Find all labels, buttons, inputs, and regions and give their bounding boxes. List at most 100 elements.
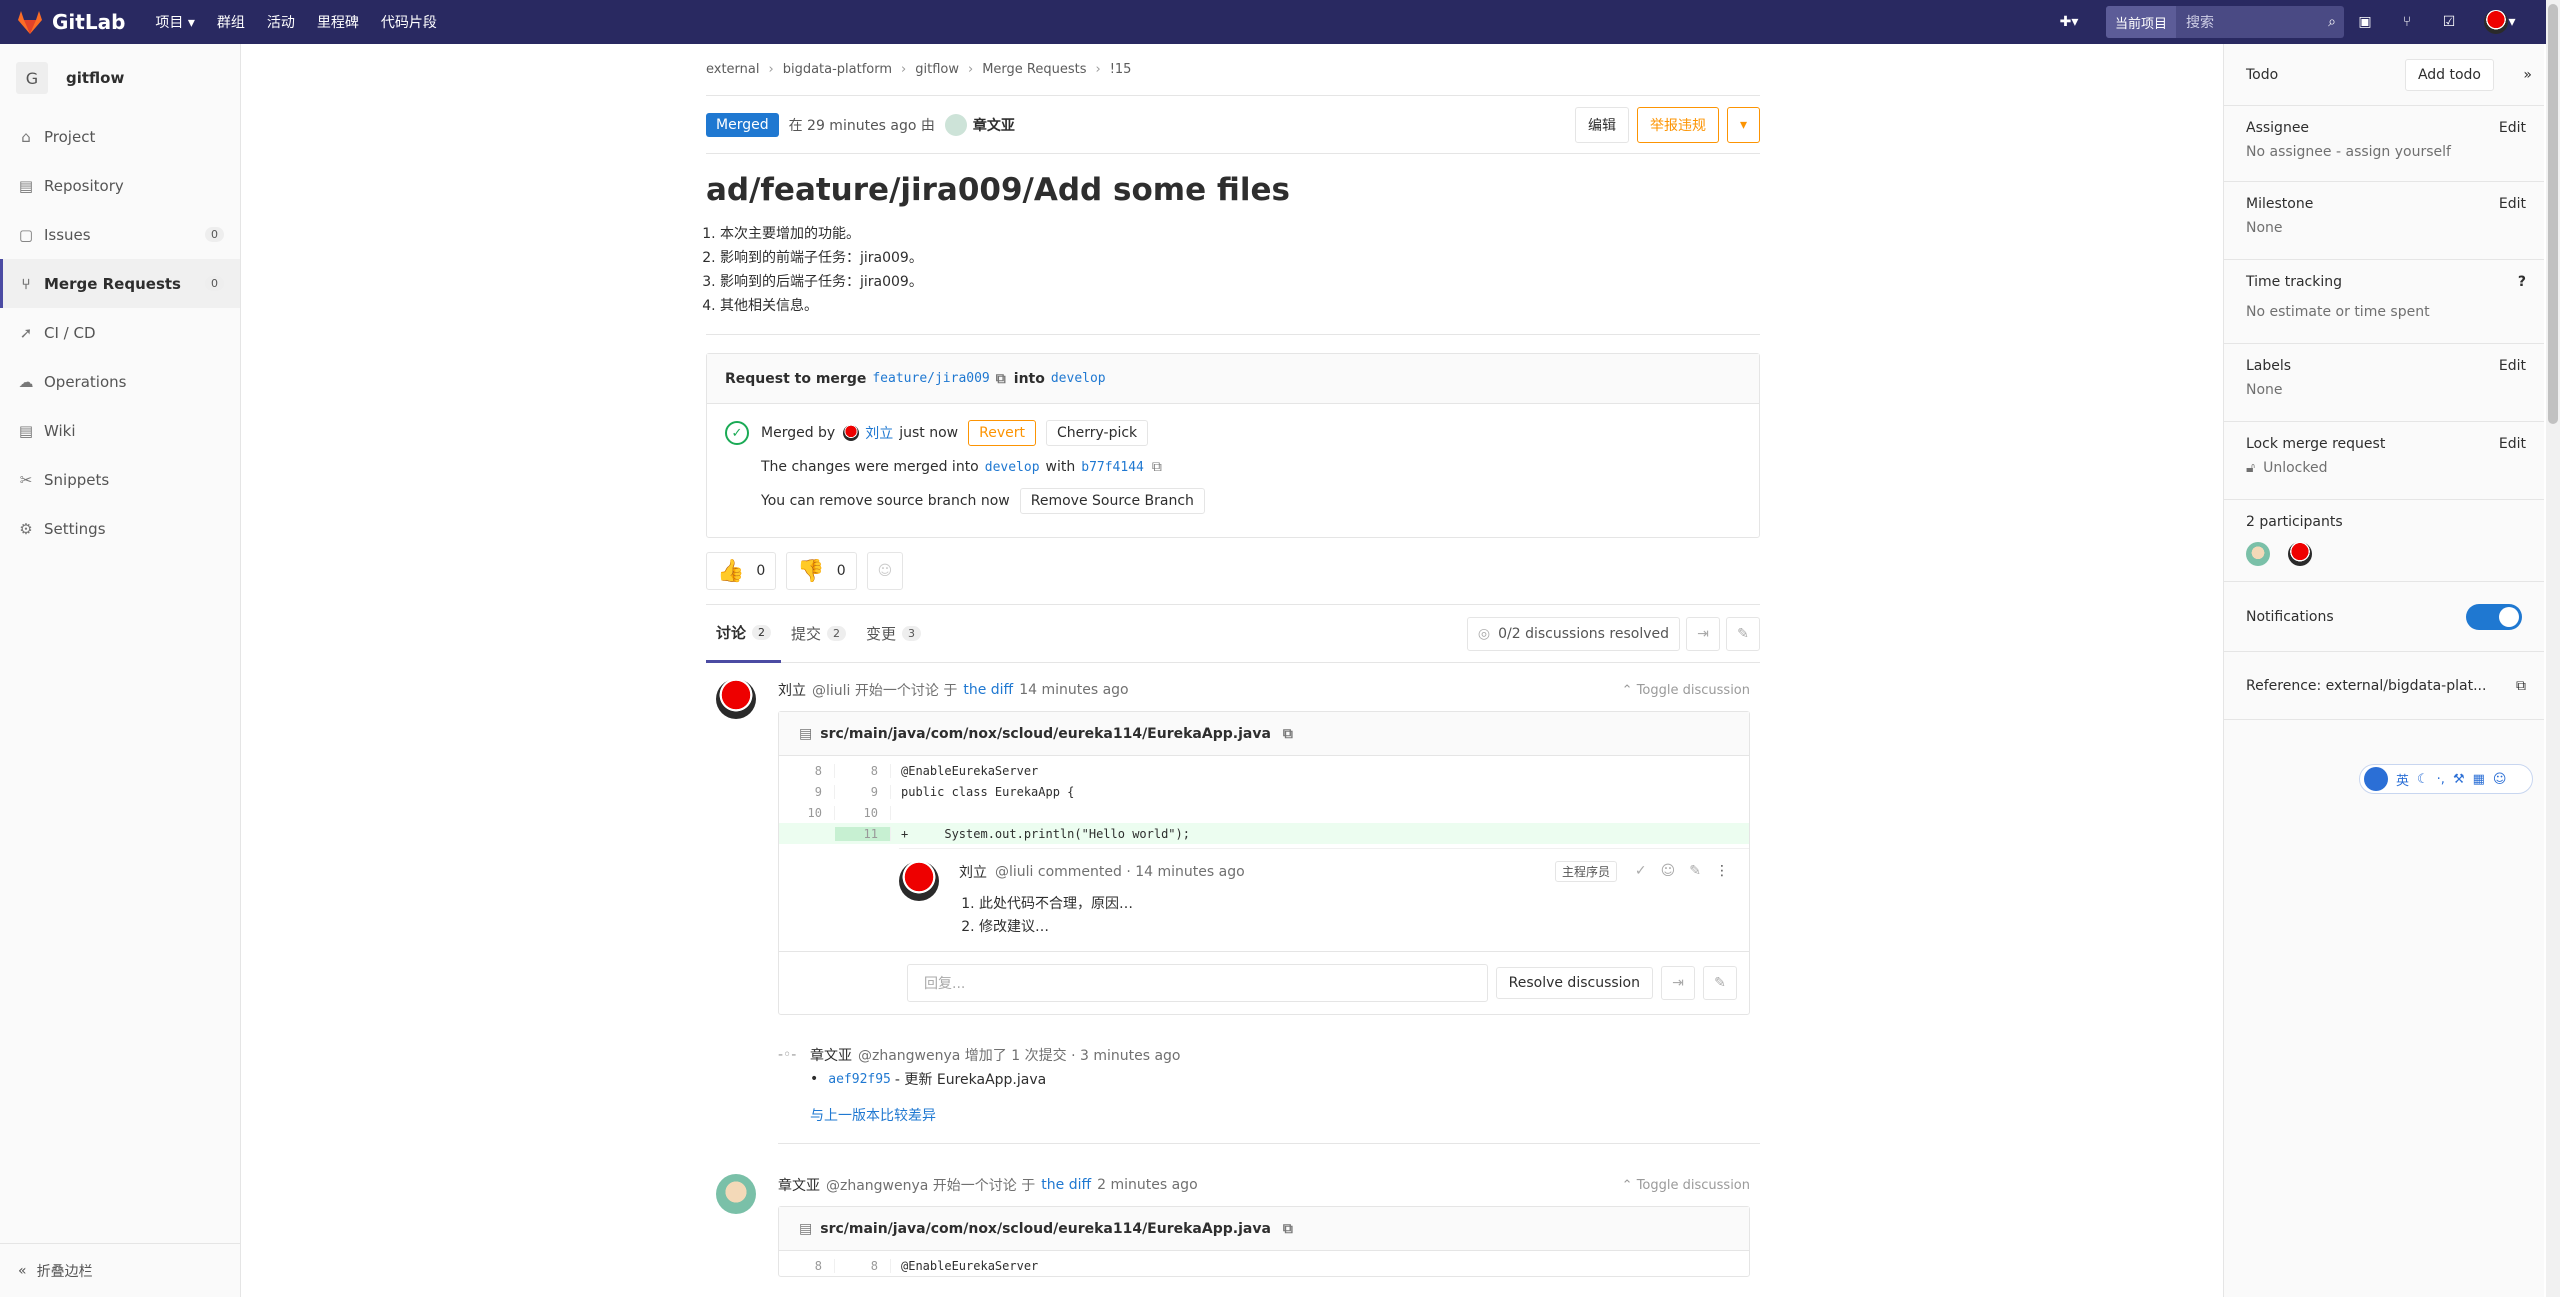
avatar[interactable]	[716, 679, 756, 719]
toggle-discussion-button[interactable]: ⌃ Toggle discussion	[1622, 683, 1750, 698]
sidebar-item-snippets[interactable]: ✂ Snippets	[0, 455, 240, 504]
old-line-number[interactable]: 9	[779, 784, 835, 799]
old-line-number[interactable]: 10	[779, 805, 835, 820]
system-note-author[interactable]: 章文亚	[810, 1045, 852, 1065]
ime-language[interactable]: 英	[2396, 770, 2409, 789]
sidebar-item-issues[interactable]: ▢ Issues 0	[0, 210, 240, 259]
file-path[interactable]: src/main/java/com/nox/scloud/eureka114/E…	[820, 1221, 1271, 1237]
compare-with-previous-link[interactable]: 与上一版本比较差异	[810, 1105, 1760, 1125]
sidebar-item-merge-requests[interactable]: ⑂ Merge Requests 0	[0, 259, 240, 308]
merged-branch-link[interactable]: develop	[985, 460, 1040, 475]
copy-icon[interactable]: ⧉	[996, 371, 1006, 387]
new-issue-button[interactable]: ✎	[1703, 966, 1737, 1000]
add-todo-button[interactable]: Add todo	[2404, 58, 2494, 91]
edit-labels-link[interactable]: Edit	[2499, 358, 2526, 374]
reply-input[interactable]: 回复...	[907, 964, 1488, 1002]
sidebar-item-project[interactable]: ⌂ Project	[0, 112, 240, 161]
nav-activity[interactable]: 活动	[267, 12, 295, 32]
resolve-all-button[interactable]: ✎	[1726, 616, 1760, 651]
discussion-author[interactable]: 刘立	[778, 680, 806, 700]
smiley-icon[interactable]: ☺	[2493, 772, 2507, 787]
clipboard-icon[interactable]: ▦	[2473, 772, 2485, 787]
new-line-number[interactable]: 8	[835, 763, 891, 778]
merge-requests-nav-icon[interactable]: ⑂	[2396, 11, 2418, 33]
sidebar-item-repository[interactable]: ▤ Repository	[0, 161, 240, 210]
avatar[interactable]	[899, 861, 939, 901]
smiley-icon[interactable]: ☺	[1661, 863, 1676, 879]
gitlab-logo[interactable]: GitLab	[16, 9, 125, 35]
more-actions-dropdown[interactable]: ▾	[1726, 106, 1760, 143]
collapse-sidebar-button[interactable]: « 折叠边栏	[0, 1243, 240, 1297]
copy-icon[interactable]: ⧉	[2516, 678, 2526, 694]
resolve-check-icon[interactable]: ✓	[1635, 863, 1647, 879]
tab-commits[interactable]: 提交 2	[781, 605, 856, 663]
new-line-number[interactable]: 9	[835, 784, 891, 799]
scrollbar-thumb[interactable]	[2548, 4, 2558, 424]
moon-icon[interactable]: ☾	[2417, 772, 2429, 787]
cherry-pick-button[interactable]: Cherry-pick	[1045, 420, 1149, 446]
avatar[interactable]	[2288, 542, 2312, 566]
copy-icon[interactable]: ⧉	[1152, 459, 1162, 475]
search-scope-label[interactable]: 当前项目	[2106, 6, 2177, 38]
punctuation-icon[interactable]: ·,	[2437, 772, 2445, 787]
nav-milestones[interactable]: 里程碑	[317, 12, 359, 32]
pencil-icon[interactable]: ✎	[1689, 863, 1701, 879]
old-line-number[interactable]: 8	[779, 1258, 835, 1273]
toggle-discussion-button[interactable]: ⌃ Toggle discussion	[1622, 1178, 1750, 1193]
jump-next-button[interactable]: ⇥	[1661, 966, 1695, 1000]
assignee-value[interactable]: No assignee - assign yourself	[2246, 144, 2522, 160]
new-plus-icon[interactable]: ✚▾	[2052, 11, 2086, 33]
help-icon[interactable]: ?	[2518, 274, 2526, 290]
nav-snippets[interactable]: 代码片段	[381, 12, 437, 32]
add-reaction-button[interactable]: ☺	[866, 552, 904, 590]
breadcrumb-project[interactable]: gitflow	[915, 62, 959, 77]
copy-icon[interactable]: ⧉	[1283, 726, 1293, 742]
jump-to-unresolved-button[interactable]: ⇥	[1686, 616, 1720, 651]
breadcrumb-merge-requests[interactable]: Merge Requests	[982, 62, 1086, 77]
sidebar-item-operations[interactable]: ☁ Operations	[0, 357, 240, 406]
merger-avatar[interactable]	[843, 425, 860, 441]
thumbs-down-award[interactable]: 👎 0	[786, 552, 857, 590]
report-abuse-button[interactable]: 举报违规	[1636, 106, 1719, 143]
ime-toolbar[interactable]: 英 ☾ ·, ⚒ ▦ ☺	[2359, 764, 2533, 794]
more-vertical-icon[interactable]: ⋮	[1715, 863, 1729, 879]
nav-groups[interactable]: 群组	[217, 12, 245, 32]
breadcrumb-external[interactable]: external	[706, 62, 760, 77]
nav-projects[interactable]: 项目 ▾	[155, 12, 194, 32]
sidebar-item-wiki[interactable]: ▤ Wiki	[0, 406, 240, 455]
the-diff-link[interactable]: the diff	[1041, 1177, 1091, 1193]
new-line-number[interactable]: 11	[835, 826, 891, 841]
edit-assignee-link[interactable]: Edit	[2499, 120, 2526, 136]
old-line-number[interactable]: 8	[779, 763, 835, 778]
notifications-toggle[interactable]	[2466, 604, 2522, 630]
issues-nav-icon[interactable]: ▣	[2354, 11, 2376, 33]
new-line-number[interactable]: 10	[835, 805, 891, 820]
sidebar-item-settings[interactable]: ⚙ Settings	[0, 504, 240, 553]
target-branch-link[interactable]: develop	[1051, 371, 1106, 386]
search-input[interactable]: 搜索	[2176, 12, 2328, 32]
breadcrumb-mr-id[interactable]: !15	[1110, 62, 1132, 77]
project-header[interactable]: G gitflow	[0, 44, 240, 112]
discussion-author[interactable]: 章文亚	[778, 1175, 820, 1195]
revert-button[interactable]: Revert	[968, 420, 1036, 446]
todos-nav-icon[interactable]: ☑	[2438, 11, 2460, 33]
new-line-number[interactable]: 8	[835, 1258, 891, 1273]
commit-sha-link[interactable]: aef92f95	[828, 1072, 891, 1087]
author-avatar[interactable]	[944, 113, 967, 136]
breadcrumb-group[interactable]: bigdata-platform	[783, 62, 892, 77]
note-author[interactable]: 刘立	[959, 862, 987, 882]
remove-source-branch-button[interactable]: Remove Source Branch	[1019, 488, 1205, 514]
merger-name[interactable]: 刘立	[865, 423, 893, 443]
file-path[interactable]: src/main/java/com/nox/scloud/eureka114/E…	[820, 726, 1271, 742]
user-avatar-menu[interactable]: ▾	[2480, 10, 2520, 34]
search-box[interactable]: 当前项目 搜索 ⌕	[2106, 6, 2344, 38]
source-branch-link[interactable]: feature/jira009	[872, 371, 989, 386]
tab-changes[interactable]: 变更 3	[856, 605, 931, 663]
mr-author[interactable]: 章文亚	[973, 115, 1015, 135]
resolve-discussion-button[interactable]: Resolve discussion	[1495, 967, 1653, 999]
copy-icon[interactable]: ⧉	[1283, 1221, 1293, 1237]
commit-sha-link[interactable]: b77f4144	[1081, 460, 1144, 475]
avatar[interactable]	[2246, 542, 2270, 566]
sidebar-item-ci-cd[interactable]: ➚ CI / CD	[0, 308, 240, 357]
edit-milestone-link[interactable]: Edit	[2499, 196, 2526, 212]
